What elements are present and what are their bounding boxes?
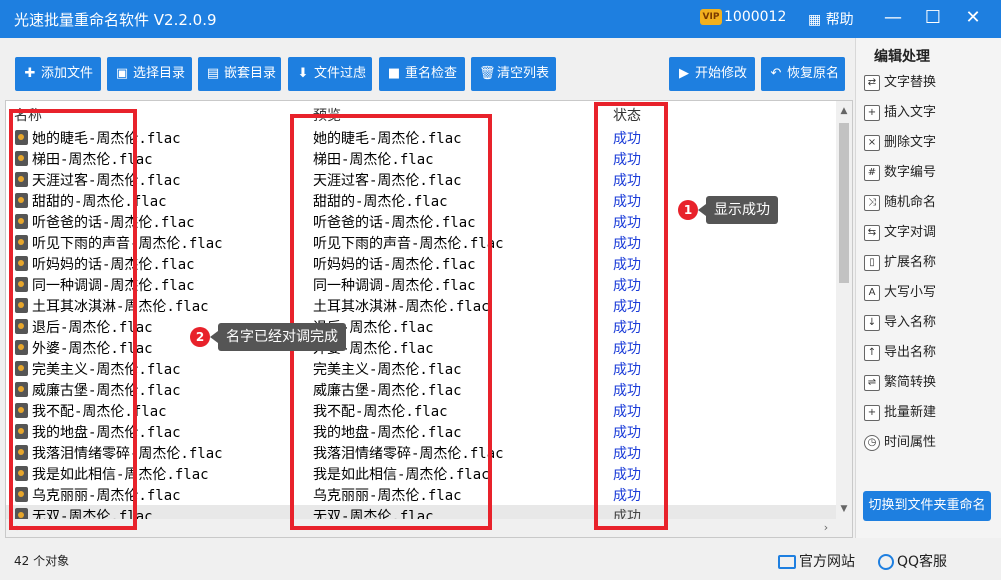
side-item-time-attr[interactable]: ◷ 时间属性 [864, 430, 994, 456]
nested-dir-label: 嵌套目录 [224, 66, 277, 81]
toolbar: ✚ 添加文件 ▣ 选择目录 ▤ 嵌套目录 ⬇ 文件过虑 ■ 重名检查 🗑清空列表 ▶ 开始修… [0, 38, 855, 100]
clock-icon: ◷ [864, 434, 880, 451]
case-icon: A [864, 284, 880, 301]
side-item-label: 繁简转换 [884, 375, 937, 390]
side-item-random-name[interactable]: ⤨ 随机命名 [864, 190, 994, 216]
insert-icon: + [864, 104, 880, 121]
folder-add-icon: ▣ [115, 66, 129, 81]
side-item-label: 随机命名 [884, 195, 937, 210]
side-item-label: 大写小写 [884, 285, 937, 300]
side-item-swap-text[interactable]: ⇆ 文字对调 [864, 220, 994, 246]
scroll-down-icon[interactable]: ▼ [836, 501, 852, 517]
filter-icon: ⬇ [297, 66, 309, 81]
nested-dir-button[interactable]: ▤ 嵌套目录 [198, 57, 281, 91]
plus-icon: ✚ [24, 66, 36, 81]
side-item-batch-new[interactable]: + 批量新建 [864, 400, 994, 426]
status-bar: 42 个对象 官方网站 QQ客服 [0, 540, 1001, 580]
file-filter-button[interactable]: ⬇ 文件过虑 [288, 57, 372, 91]
shuffle-icon: ⤨ [864, 194, 880, 211]
select-dir-label: 选择目录 [133, 66, 186, 81]
object-count: 42 个对象 [14, 554, 70, 568]
qq-icon [878, 554, 894, 570]
help-label: 帮助 [825, 12, 854, 28]
side-item-label: 导出名称 [884, 345, 937, 360]
user-id: 1000012 [724, 9, 787, 25]
vip-icon: VIP [700, 9, 722, 25]
side-item-insert-text[interactable]: + 插入文字 [864, 100, 994, 126]
check-icon: ■ [387, 66, 401, 81]
folder-icon: ▤ [206, 66, 220, 81]
side-item-extension[interactable]: ▯ 扩展名称 [864, 250, 994, 276]
add-file-label: 添加文件 [41, 66, 94, 81]
callout-1: 显示成功 [698, 196, 778, 224]
switch-folder-rename-button[interactable]: 切换到文件夹重命名 [863, 491, 991, 521]
close-button[interactable]: ✕ [958, 4, 988, 32]
qq-service-link[interactable]: QQ客服 [878, 551, 947, 571]
edit-panel: 编辑处理 ⇄ 文字替换 + 插入文字 × 删除文字 # 数字编号 ⤨ 随机命名 ⇆ 文字对调… [855, 38, 1001, 538]
side-item-convert[interactable]: ⇌ 繁简转换 [864, 370, 994, 396]
restore-name-button[interactable]: ↶ 恢复原名 [761, 57, 845, 91]
side-item-label: 插入文字 [884, 105, 937, 120]
official-site-link[interactable]: 官方网站 [778, 551, 855, 571]
restore-name-label: 恢复原名 [787, 66, 840, 81]
import-icon: ↓ [864, 314, 880, 331]
highlight-box-status [594, 102, 668, 530]
side-item-label: 导入名称 [884, 315, 937, 330]
highlight-box-names [9, 109, 137, 530]
monitor-icon [778, 555, 796, 569]
side-item-replace-text[interactable]: ⇄ 文字替换 [864, 70, 994, 96]
grid-icon: ▦ [808, 12, 826, 28]
rename-check-button[interactable]: ■ 重名检查 [379, 57, 465, 91]
number-icon: # [864, 164, 880, 181]
play-icon: ▶ [679, 66, 689, 81]
highlight-box-preview [290, 114, 492, 530]
add-file-button[interactable]: ✚ 添加文件 [15, 57, 101, 91]
side-item-label: 扩展名称 [884, 255, 937, 270]
extension-icon: ▯ [864, 254, 880, 271]
title-bar: 光速批量重命名软件 V2.2.0.9 VIP 1000012 ▦ 帮助 — ☐ ✕ [0, 0, 1001, 38]
delete-icon: × [864, 134, 880, 151]
select-dir-button[interactable]: ▣ 选择目录 [107, 57, 192, 91]
edit-panel-title: 编辑处理 [874, 49, 930, 65]
callout-1-number: 1 [678, 200, 698, 220]
callout-2: 名字已经对调完成 [210, 323, 346, 351]
undo-icon: ↶ [770, 66, 782, 81]
rename-check-label: 重名检查 [405, 66, 458, 81]
scroll-right-icon[interactable]: › [818, 519, 834, 537]
side-item-label: 删除文字 [884, 135, 937, 150]
vertical-scrollbar[interactable]: ▲ ▼ [836, 101, 852, 537]
side-item-delete-text[interactable]: × 删除文字 [864, 130, 994, 156]
app-title: 光速批量重命名软件 V2.2.0.9 [14, 11, 217, 29]
side-item-number[interactable]: # 数字编号 [864, 160, 994, 186]
start-modify-button[interactable]: ▶ 开始修改 [669, 57, 755, 91]
official-site-label: 官方网站 [799, 554, 855, 570]
qq-service-label: QQ客服 [897, 554, 948, 570]
minimize-button[interactable]: — [878, 4, 908, 32]
new-file-icon: + [864, 404, 880, 421]
maximize-button[interactable]: ☐ [918, 4, 948, 32]
clear-list-button[interactable]: 🗑清空列表 [471, 57, 556, 91]
trash-icon: 🗑 [479, 66, 496, 81]
export-icon: ↑ [864, 344, 880, 361]
side-item-label: 批量新建 [884, 405, 937, 420]
scroll-thumb[interactable] [839, 123, 849, 283]
convert-icon: ⇌ [864, 374, 880, 391]
side-item-label: 数字编号 [884, 165, 937, 180]
replace-icon: ⇄ [864, 74, 880, 91]
help-button[interactable]: ▦ 帮助 [808, 9, 854, 29]
side-item-label: 文字替换 [884, 75, 937, 90]
side-item-case[interactable]: A 大写小写 [864, 280, 994, 306]
file-filter-label: 文件过虑 [314, 66, 367, 81]
side-item-label: 文字对调 [884, 225, 937, 240]
clear-list-label: 清空列表 [497, 66, 550, 81]
side-item-import-names[interactable]: ↓ 导入名称 [864, 310, 994, 336]
vip-user[interactable]: VIP 1000012 [700, 9, 786, 25]
side-item-export-names[interactable]: ↑ 导出名称 [864, 340, 994, 366]
callout-2-number: 2 [190, 327, 210, 347]
side-item-label: 时间属性 [884, 435, 937, 450]
start-modify-label: 开始修改 [695, 66, 748, 81]
scroll-up-icon[interactable]: ▲ [836, 103, 852, 119]
swap-icon: ⇆ [864, 224, 880, 241]
